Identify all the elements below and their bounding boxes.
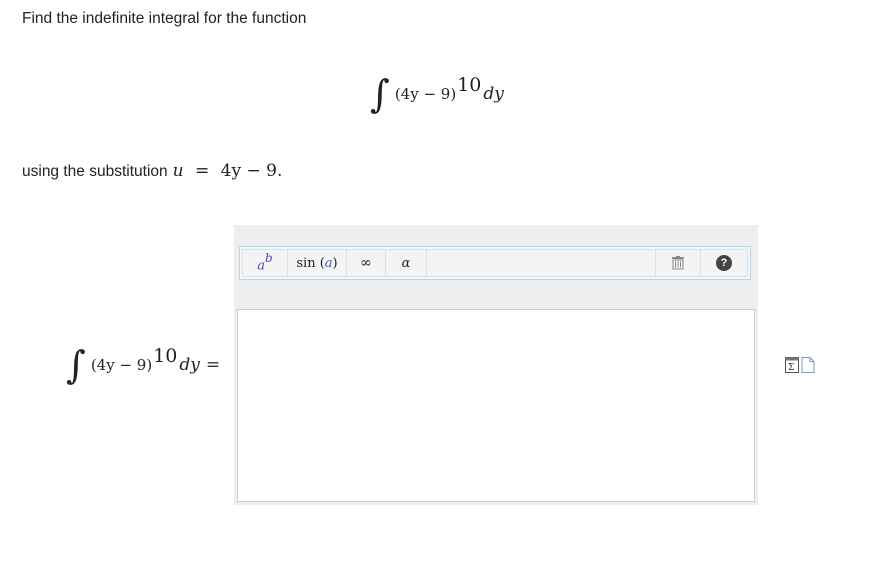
problem-prompt: Find the indefinite integral for the fun… — [22, 10, 307, 27]
svg-text:Σ: Σ — [788, 363, 794, 373]
integral-sign: ∫ — [370, 72, 390, 116]
math-toolbar: ab sin (a) ∞ α ? — [239, 246, 751, 280]
integrand-base: (4y − 9) — [394, 85, 457, 103]
superscript-icon: ab — [257, 250, 273, 274]
infinity-button[interactable]: ∞ — [347, 250, 386, 276]
formula-editor-icon[interactable]: Σ — [785, 357, 799, 373]
help-button[interactable]: ? — [701, 250, 747, 276]
substitution-period: . — [276, 161, 283, 181]
trash-icon — [672, 256, 684, 270]
substitution-text: using the substitution — [22, 163, 168, 180]
integrand-differential: dy — [483, 84, 504, 104]
trig-fn-label: sin — [296, 255, 316, 271]
side-icons: Σ — [785, 357, 815, 373]
integrand-exponent: 10 — [457, 74, 482, 96]
superscript-button[interactable]: ab — [243, 250, 288, 276]
lhs-integral-sign: ∫ — [66, 343, 86, 387]
trig-function-button[interactable]: sin (a) — [288, 250, 347, 276]
math-editor: ab sin (a) ∞ α ? — [234, 225, 758, 505]
substitution-sentence: using the substitution u = 4y − 9. — [22, 161, 282, 181]
document-icon[interactable] — [801, 357, 815, 373]
substitution-math: u = 4y − 9. — [173, 161, 283, 181]
math-toolbar-inner: ab sin (a) ∞ α ? — [242, 249, 748, 277]
lhs-equals: = — [205, 355, 221, 375]
greek-letters-button[interactable]: α — [386, 250, 427, 276]
help-icon: ? — [716, 255, 732, 271]
lhs-differential: dy — [179, 355, 200, 375]
problem-integral: ∫ (4y − 9) 10 dy — [370, 66, 504, 122]
answer-lhs: ∫ (4y − 9) 10 dy = — [66, 340, 220, 390]
lhs-exponent: 10 — [153, 345, 178, 367]
trig-arg: a — [324, 255, 333, 271]
substitution-expression: 4y − 9 — [220, 161, 277, 181]
answer-input[interactable] — [237, 309, 755, 502]
toolbar-spacer — [427, 250, 656, 276]
lhs-base: (4y − 9) — [90, 356, 153, 374]
substitution-equals: = — [194, 161, 210, 181]
substitution-variable: u — [172, 161, 184, 181]
clear-button[interactable] — [656, 250, 701, 276]
